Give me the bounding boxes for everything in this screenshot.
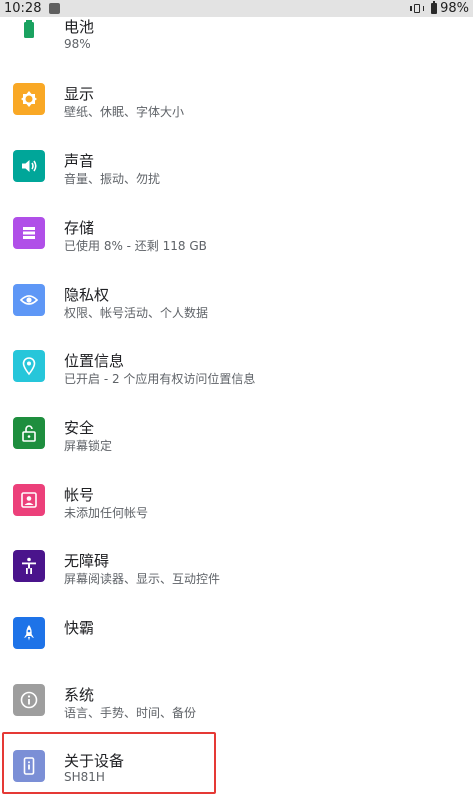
settings-item-subtitle: 98%: [64, 37, 91, 51]
settings-item-title: 无障碍: [64, 552, 110, 570]
settings-item-title: 隐私权: [64, 286, 110, 304]
notification-icon: [49, 3, 61, 14]
settings-item-privacy[interactable]: 隐私权 权限、帐号活动、个人数据: [0, 267, 473, 333]
settings-item-subtitle: 屏幕阅读器、显示、互动控件: [64, 572, 221, 586]
storage-icon: [13, 217, 45, 249]
brightness-icon: [13, 83, 45, 115]
rocket-icon: [13, 617, 45, 649]
lock-icon: [13, 417, 45, 449]
settings-item-display[interactable]: 显示 壁纸、休眠、字体大小: [0, 66, 473, 132]
settings-item-title: 存储: [64, 219, 95, 237]
settings-item-kuaiba[interactable]: 快霸: [0, 600, 473, 666]
settings-item-title: 快霸: [64, 619, 95, 637]
account-icon: [13, 484, 45, 516]
battery-status: 98%: [431, 1, 469, 16]
settings-item-subtitle: 权限、帐号活动、个人数据: [64, 306, 209, 320]
status-time: 10:28: [4, 1, 42, 16]
settings-item-subtitle: 屏幕锁定: [64, 439, 113, 453]
settings-item-title: 电池: [64, 18, 95, 36]
settings-item-title: 帐号: [64, 486, 95, 504]
settings-item-title: 安全: [64, 419, 95, 437]
battery-status-icon: [431, 1, 438, 14]
settings-item-storage[interactable]: 存储 已使用 8% - 还剩 118 GB: [0, 200, 473, 266]
settings-item-subtitle: 已开启 - 2 个应用有权访问位置信息: [64, 372, 256, 386]
privacy-eye-icon: [13, 284, 45, 316]
settings-item-subtitle: 音量、振动、勿扰: [64, 172, 161, 186]
accessibility-icon: [13, 550, 45, 582]
settings-item-accounts[interactable]: 帐号 未添加任何帐号: [0, 467, 473, 533]
selection-highlight-box: [2, 732, 216, 794]
status-right: 98%: [410, 1, 469, 16]
settings-item-title: 显示: [64, 85, 95, 103]
settings-item-system[interactable]: 系统 语言、手势、时间、备份: [0, 667, 473, 733]
settings-item-title: 系统: [64, 686, 95, 704]
info-icon: [13, 684, 45, 716]
settings-item-accessibility[interactable]: 无障碍 屏幕阅读器、显示、互动控件: [0, 533, 473, 599]
settings-item-title: 位置信息: [64, 352, 125, 370]
settings-item-subtitle: 壁纸、休眠、字体大小: [64, 105, 185, 119]
status-bar: 10:28 98%: [0, 0, 473, 17]
battery-icon: [13, 14, 45, 46]
settings-item-title: 声音: [64, 152, 95, 170]
settings-item-subtitle: 未添加任何帐号: [64, 506, 149, 520]
settings-item-subtitle: 语言、手势、时间、备份: [64, 706, 197, 720]
settings-item-security[interactable]: 安全 屏幕锁定: [0, 400, 473, 466]
settings-item-location[interactable]: 位置信息 已开启 - 2 个应用有权访问位置信息: [0, 333, 473, 399]
settings-item-sound[interactable]: 声音 音量、振动、勿扰: [0, 133, 473, 199]
vibrate-icon: [410, 3, 425, 14]
location-pin-icon: [13, 350, 45, 382]
battery-percent: 98%: [440, 1, 469, 16]
settings-item-subtitle: 已使用 8% - 还剩 118 GB: [64, 239, 207, 253]
volume-icon: [13, 150, 45, 182]
